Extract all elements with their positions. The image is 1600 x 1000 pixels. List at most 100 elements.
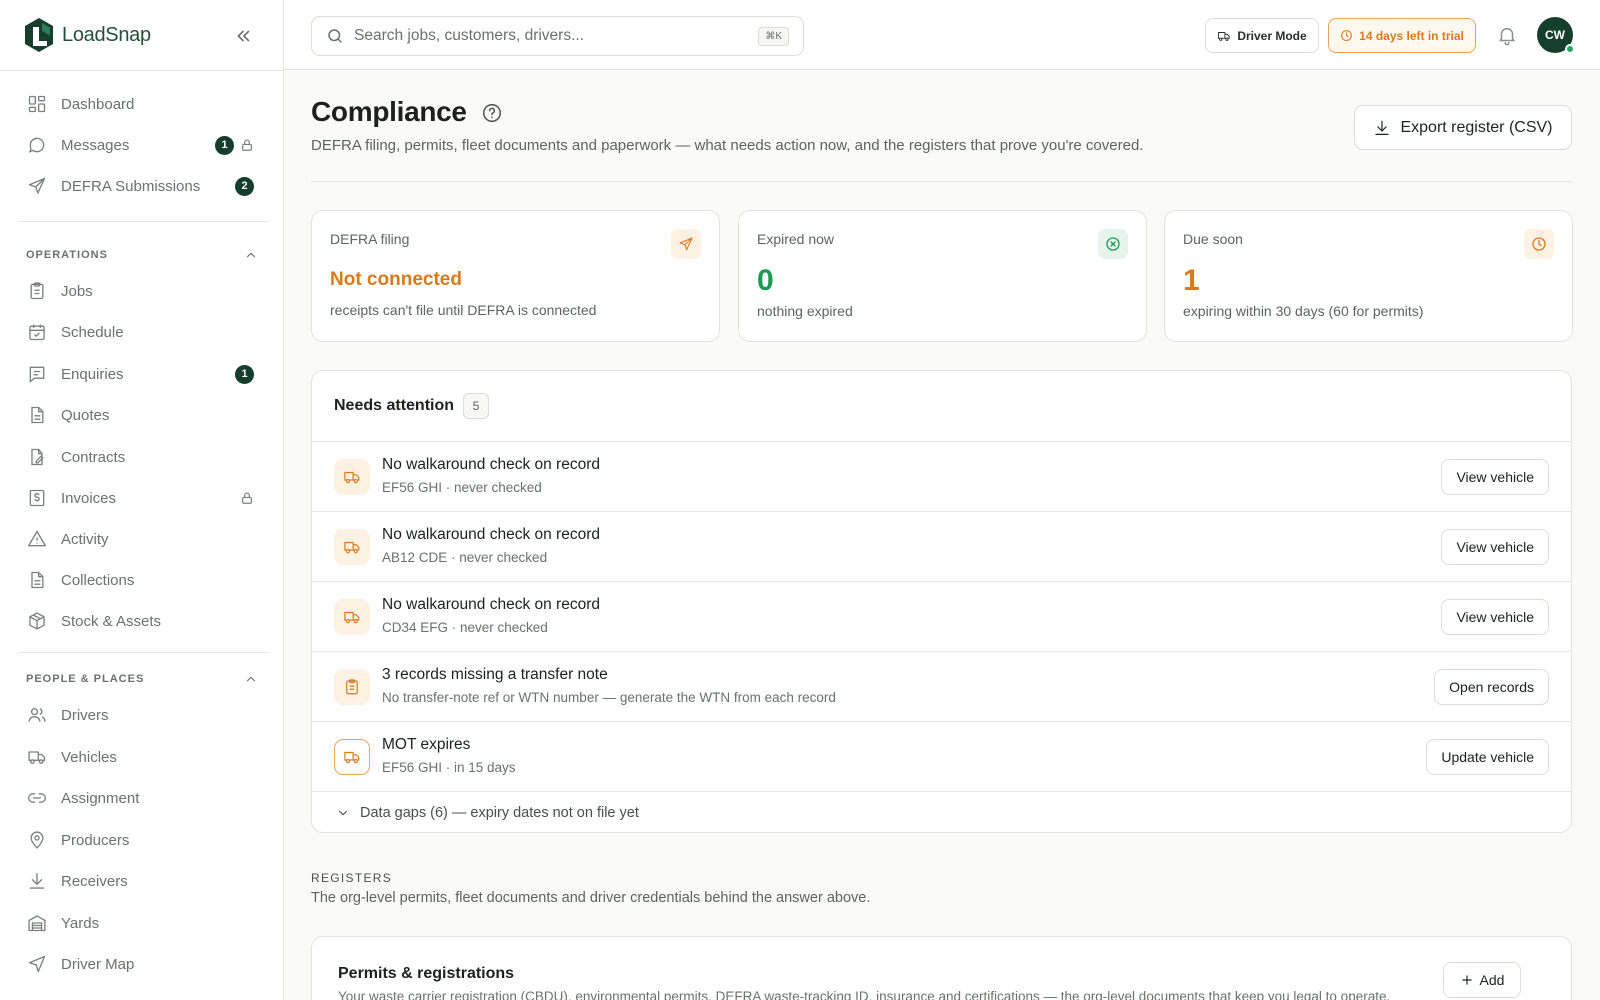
sidebar-item-receivers[interactable]: Receivers [18,863,268,899]
app-name: LoadSnap [62,23,151,46]
user-avatar[interactable]: CW [1537,17,1575,54]
trial-label: 14 days left in trial [1359,28,1464,43]
main-content: Compliance DEFRA filing, permits, fleet … [284,70,1600,1000]
top-bar: ⌘K Driver Mode 14 days left in trial CW [284,0,1600,70]
map-pin-icon [27,830,47,850]
due-soon-card: Due soon 1 expiring within 30 days (60 f… [1164,210,1573,342]
card-subtitle: receipts can't file until DEFRA is conne… [330,302,597,318]
sidebar-item-label: Schedule [61,323,124,341]
truck-icon [343,538,361,556]
sidebar-item-enquiries[interactable]: Enquiries 1 [18,356,268,392]
sidebar-item-invoices[interactable]: Invoices [18,480,268,516]
add-label: Add [1479,972,1505,988]
card-icon-badge [1524,229,1554,259]
row-title: 3 records missing a transfer note [382,666,608,683]
search-input[interactable] [354,27,759,45]
sidebar-item-collections[interactable]: Collections [18,562,268,598]
sidebar-item-activity[interactable]: Activity [18,521,268,557]
sidebar-item-stock-assets[interactable]: Stock & Assets [18,603,268,639]
count-badge: 2 [235,176,254,196]
sidebar-item-yards[interactable]: Yards [18,905,268,941]
sidebar-item-label: Vehicles [61,748,117,766]
help-icon[interactable] [481,102,503,124]
clock-icon [1340,29,1353,42]
add-permit-button[interactable]: Add [1443,962,1521,998]
sidebar-item-driver-map[interactable]: Driver Map [18,946,268,982]
download-icon [1373,119,1391,137]
attention-count: 5 [463,393,490,419]
attention-row: 3 records missing a transfer note No tra… [312,651,1571,721]
send-icon [27,176,47,196]
chevron-up-icon[interactable] [244,248,258,262]
trial-badge-button[interactable]: 14 days left in trial [1328,18,1476,53]
card-subtitle: nothing expired [757,303,853,319]
sidebar-item-label: Contracts [61,448,126,466]
calendar-icon [27,322,47,342]
view-vehicle-button[interactable]: View vehicle [1441,459,1549,495]
global-search[interactable]: ⌘K [311,16,804,56]
title-divider [311,181,1572,182]
download-icon [27,871,47,891]
data-gaps-label: Data gaps (6) — expiry dates not on file… [360,804,639,821]
section-divider [18,221,268,222]
row-subtitle: No transfer-note ref or WTN number — gen… [382,690,836,705]
section-header-operations[interactable]: OPERATIONS [26,246,258,264]
card-icon-badge [671,229,701,259]
navigation-icon [27,954,47,974]
section-header-people-places[interactable]: PEOPLE & PLACES [26,670,258,688]
count-badge: 1 [235,364,254,384]
view-vehicle-button[interactable]: View vehicle [1441,529,1549,565]
section-title: OPERATIONS [26,249,108,261]
sidebar-item-drivers[interactable]: Drivers [18,697,268,733]
update-vehicle-button[interactable]: Update vehicle [1426,739,1549,775]
notifications-bell-icon[interactable] [1496,24,1518,46]
attention-row: No walkaround check on record EF56 GHI ·… [312,441,1571,511]
sidebar-item-messages[interactable]: Messages 1 [18,127,268,163]
sidebar-item-producers[interactable]: Producers [18,822,268,858]
card-icon-badge [1098,229,1128,259]
card-value: 1 [1183,264,1200,297]
row-icon-badge [334,529,370,565]
sidebar-item-label: Receivers [61,872,128,890]
view-vehicle-button[interactable]: View vehicle [1441,599,1549,635]
sidebar-item-defra-submissions[interactable]: DEFRA Submissions 2 [18,168,268,204]
driver-mode-button[interactable]: Driver Mode [1205,18,1319,53]
open-records-button[interactable]: Open records [1434,669,1549,705]
section-title: PEOPLE & PLACES [26,673,145,685]
sidebar-item-jobs[interactable]: Jobs [18,273,268,309]
sidebar-item-label: Stock & Assets [61,612,162,630]
unread-badge: 1 [215,135,234,155]
document-icon [27,405,47,425]
sidebar-item-contracts[interactable]: Contracts [18,439,268,475]
online-status-dot [1565,44,1575,54]
sidebar-item-label: Drivers [61,706,109,724]
page-title: Compliance [311,96,467,127]
card-title: Due soon [1183,231,1243,247]
warehouse-icon [27,913,47,933]
row-icon-badge [334,669,370,705]
avatar-initials: CW [1545,28,1565,42]
sidebar-item-label: Jobs [61,282,93,300]
chevron-up-icon[interactable] [244,672,258,686]
sidebar-item-quotes[interactable]: Quotes [18,397,268,433]
sidebar-item-assignment[interactable]: Assignment [18,780,268,816]
row-icon-badge [334,599,370,635]
row-icon-badge [334,459,370,495]
sidebar-item-vehicles[interactable]: Vehicles [18,739,268,775]
data-gaps-toggle[interactable]: Data gaps (6) — expiry dates not on file… [312,791,1571,833]
collapse-sidebar-icon[interactable] [232,25,254,47]
loadsnap-logo-icon [25,18,53,52]
card-value: 0 [757,264,774,297]
sidebar-item-label: Quotes [61,406,110,424]
expired-now-card: Expired now 0 nothing expired [738,210,1147,342]
row-subtitle: EF56 GHI · in 15 days [382,760,516,775]
export-register-button[interactable]: Export register (CSV) [1354,105,1572,150]
sidebar-item-schedule[interactable]: Schedule [18,314,268,350]
row-title: No walkaround check on record [382,596,600,613]
brand[interactable]: LoadSnap [22,17,151,53]
register-title: Permits & registrations [338,965,515,982]
plus-icon [1461,975,1472,985]
enquiry-icon [27,364,47,384]
sidebar-item-dashboard[interactable]: Dashboard [18,86,268,122]
card-title: DEFRA filing [330,231,410,247]
